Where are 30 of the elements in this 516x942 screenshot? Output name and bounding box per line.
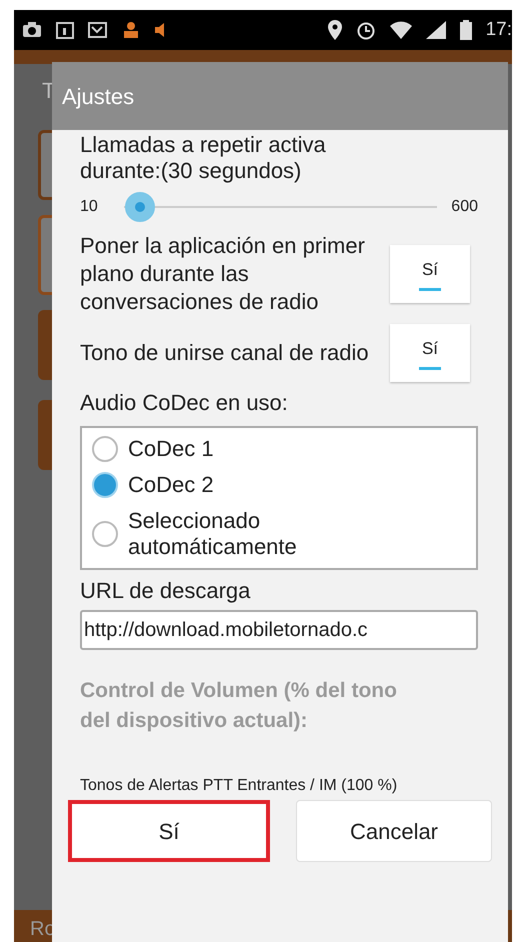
radio-option[interactable]: CoDec 2 — [92, 472, 466, 498]
dialog-title: Ajustes — [62, 82, 134, 111]
setting-label: Llamadas a repetir activa durante:(30 segundos) — [80, 132, 327, 184]
radio-option[interactable]: Seleccionado automáticamente — [92, 508, 466, 560]
section-heading: Control de Volumen (% del tono del dispositivo actual): — [80, 678, 398, 734]
slider-thumb[interactable] — [124, 192, 155, 222]
camera-icon — [22, 21, 42, 39]
battery-icon — [460, 20, 472, 40]
radio-option[interactable]: CoDec 1 — [92, 436, 466, 462]
toggle-button[interactable]: Sí — [390, 324, 470, 382]
slider-min-label: 10 — [80, 197, 99, 217]
mail-icon — [88, 21, 108, 39]
setting-label: URL de descarga — [80, 578, 252, 604]
setting-label: Tono de unirse canal de radio — [80, 339, 370, 367]
signal-icon — [426, 21, 446, 39]
setting-label: Audio CoDec en uso: — [80, 390, 289, 416]
setting-label: Poner la aplicación en primer plano durante las conversaciones de radio — [80, 232, 366, 316]
slider-track[interactable] — [124, 190, 438, 224]
wifi-icon — [390, 21, 412, 39]
url-input-field[interactable]: http://download.mobiletornado.c — [80, 610, 478, 650]
dialog-button[interactable]: Cancelar — [296, 800, 492, 862]
setting-label: Tonos de Alertas PTT Entrantes / IM (100 %) — [80, 776, 398, 796]
calendar-icon — [56, 21, 74, 39]
toggle-button[interactable]: Sí — [390, 245, 470, 303]
alarm-clock-icon — [356, 20, 376, 40]
slider-max-label: 600 — [451, 197, 478, 217]
status-time: 17: — [486, 18, 512, 42]
person-icon — [122, 21, 140, 39]
location-pin-icon — [328, 20, 342, 40]
dialog-button[interactable]: Sí — [68, 800, 270, 862]
